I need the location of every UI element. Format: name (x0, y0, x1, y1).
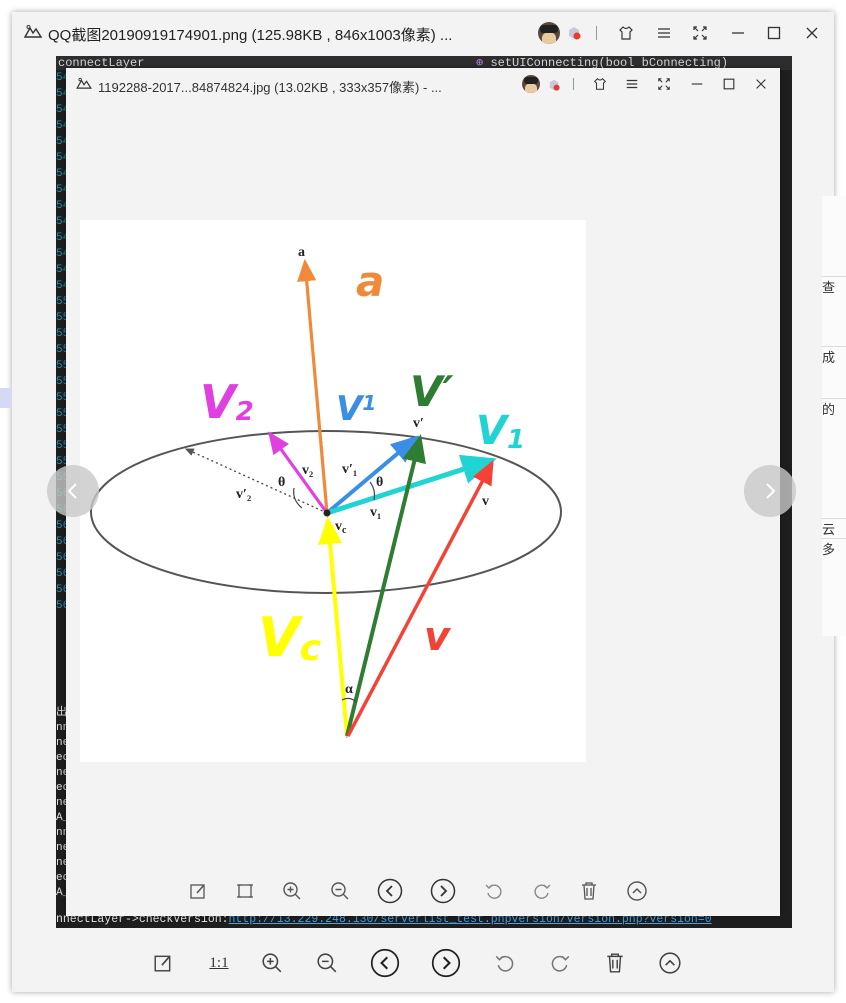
inner-window-title: 1192288-2017...84874824.jpg (13.02KB , 3… (98, 80, 442, 95)
handwritten-v2-sub: 2 (236, 397, 254, 427)
handwritten-v-prime: V′ (410, 367, 454, 416)
delete-icon[interactable] (602, 950, 628, 976)
label-vc: vc (335, 519, 347, 536)
rotate-right-icon[interactable] (547, 950, 573, 976)
status-icon[interactable] (567, 26, 581, 40)
edit-icon[interactable] (185, 878, 211, 904)
label-v1-prime: v′₁ (342, 462, 357, 477)
skin-icon[interactable] (616, 23, 636, 43)
close-icon[interactable] (802, 23, 822, 43)
handwritten-v1-main: V (476, 408, 510, 454)
outer-viewer-window: QQ截图20190919174901.png (125.98KB , 846x1… (0, 12, 834, 992)
handwritten-v: v (424, 614, 452, 660)
label-v: v (482, 494, 489, 509)
label-alpha: α (345, 682, 353, 697)
handwritten-vc: Vc (258, 606, 321, 669)
outer-toolbar: 1:1 (12, 946, 834, 980)
maximize-icon[interactable] (764, 23, 784, 43)
prev-icon[interactable] (370, 948, 400, 978)
chevron-left-icon (67, 483, 77, 499)
strip-cell: 多 (822, 538, 846, 567)
skin-icon[interactable] (590, 74, 610, 94)
menu-icon[interactable] (654, 23, 674, 43)
zoom-out-icon[interactable] (314, 950, 340, 976)
handwritten-v2: V2 (200, 375, 254, 429)
zoom-out-icon[interactable] (327, 878, 353, 904)
fit-icon[interactable] (232, 878, 258, 904)
avatar[interactable] (522, 75, 540, 93)
next-icon[interactable] (431, 948, 461, 978)
inner-toolbar (66, 876, 780, 906)
divider (596, 26, 597, 40)
label-v1: v₁ (370, 505, 381, 520)
close-icon[interactable] (751, 74, 771, 94)
status-icon[interactable] (548, 78, 560, 91)
vector-v (346, 459, 494, 737)
handwritten-v1-prime: V1 (336, 389, 376, 429)
handwritten-a: a (356, 257, 384, 306)
zoom-in-icon[interactable] (259, 950, 285, 976)
label-vc-sub: c (342, 525, 347, 536)
handwritten-v1-prime-main: V (336, 389, 365, 429)
next-image-arrow[interactable] (744, 465, 796, 517)
theta-arc-left (293, 487, 303, 509)
vector-vc (318, 516, 349, 737)
vector-diagram: a v′₂ v₂ θ v′₁ θ v₁ vc v v′ α a V2 V1 V′… (90, 245, 562, 739)
minimize-icon[interactable] (687, 74, 707, 94)
menu-icon[interactable] (622, 74, 642, 94)
rotate-left-icon[interactable] (492, 950, 518, 976)
prev-image-arrow[interactable] (47, 465, 99, 517)
center-point (323, 509, 331, 517)
more-icon[interactable] (657, 950, 683, 976)
left-highlight (0, 388, 12, 408)
rotate-right-icon[interactable] (529, 878, 555, 904)
strip-cell: 查 (822, 276, 846, 305)
strip-cell: 的 (822, 398, 846, 427)
label-a: a (298, 245, 305, 260)
maximize-icon[interactable] (719, 74, 739, 94)
label-v-prime: v′ (413, 416, 424, 431)
edit-icon[interactable] (150, 950, 176, 976)
label-vc-main: v (335, 519, 342, 534)
mountain-icon (76, 77, 92, 89)
handwritten-v2-main: V (200, 375, 239, 429)
handwritten-v1: V1 (476, 408, 525, 455)
fullscreen-icon[interactable] (690, 23, 710, 43)
label-v2-prime: v′₂ (236, 487, 251, 502)
divider (573, 78, 574, 90)
prev-icon[interactable] (377, 878, 403, 904)
zoom-in-icon[interactable] (279, 878, 305, 904)
more-icon[interactable] (624, 878, 650, 904)
minimize-icon[interactable] (728, 23, 748, 43)
background-app-strip: 查成的云多 (822, 196, 846, 636)
rotate-left-icon[interactable] (481, 878, 507, 904)
strip-cell: 成 (822, 346, 846, 375)
fullscreen-icon[interactable] (654, 74, 674, 94)
outer-titlebar[interactable]: QQ截图20190919174901.png (125.98KB , 846x1… (12, 12, 834, 54)
handwritten-v1-prime-sub: 1 (362, 391, 376, 415)
handwritten-vc-sub: c (300, 628, 321, 669)
handwritten-v1-sub: 1 (507, 425, 525, 455)
label-theta-left: θ (278, 475, 285, 490)
chevron-right-icon (766, 483, 776, 499)
vector-v2 (268, 431, 329, 514)
actual-size-button[interactable]: 1:1 (202, 950, 236, 976)
label-theta-right: θ (376, 475, 383, 490)
avatar[interactable] (538, 22, 560, 44)
outer-window-title: QQ截图20190919174901.png (125.98KB , 846x1… (48, 27, 453, 44)
label-v2: v₂ (302, 463, 313, 478)
actual-size-label: 1:1 (209, 954, 229, 971)
image-canvas[interactable]: a v′₂ v₂ θ v′₁ θ v₁ vc v v′ α a V2 V1 V′… (80, 220, 586, 762)
mountain-icon (24, 25, 42, 38)
handwritten-vc-main: V (258, 606, 304, 669)
delete-icon[interactable] (576, 878, 602, 904)
inner-viewer-window: 1192288-2017...84874824.jpg (13.02KB , 3… (66, 68, 780, 916)
next-icon[interactable] (430, 878, 456, 904)
